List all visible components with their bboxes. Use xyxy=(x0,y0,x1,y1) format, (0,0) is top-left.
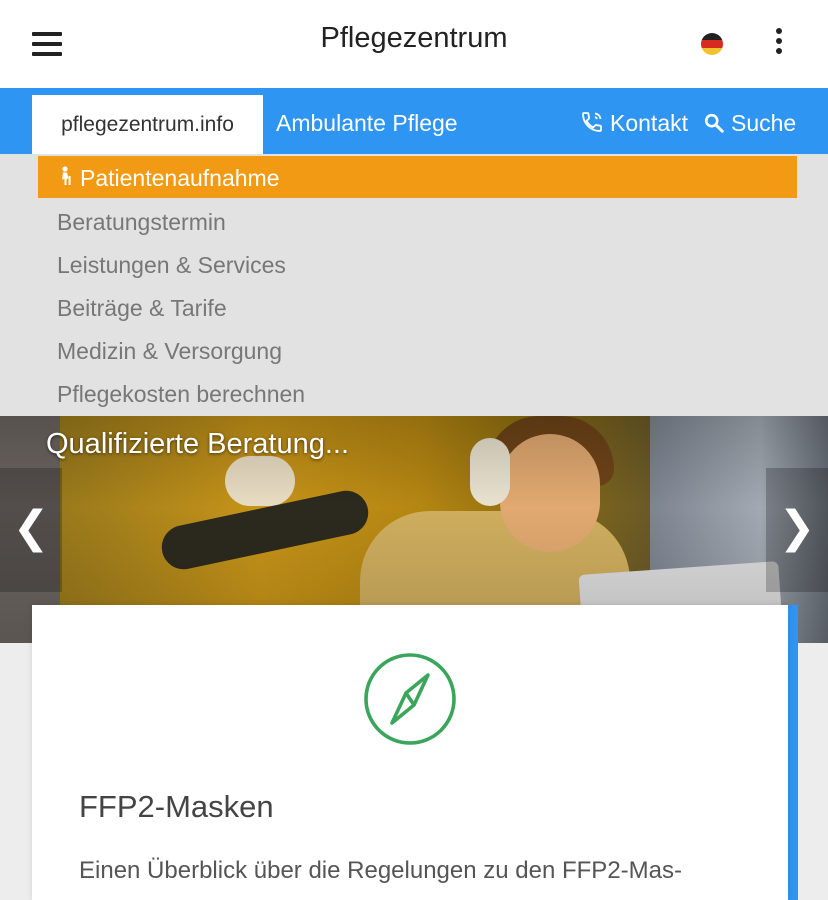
search-link[interactable]: Suche xyxy=(703,88,796,154)
submenu-item-beitraege[interactable]: Beiträge & Tarife xyxy=(57,295,227,322)
card-accent-bar xyxy=(788,605,798,900)
search-label: Suche xyxy=(731,110,797,136)
slider-prev-button[interactable]: ❮ xyxy=(0,468,62,592)
tab-ambulante-pflege[interactable]: Ambulante Pflege xyxy=(276,88,458,154)
person-icon xyxy=(58,156,74,200)
submenu-item-pflegekosten[interactable]: Pflegekosten berechnen xyxy=(57,381,305,408)
compass-icon xyxy=(362,651,458,752)
submenu-item-medizin[interactable]: Medizin & Versorgung xyxy=(57,338,282,365)
phone-icon xyxy=(582,112,602,132)
main-navigation: pflegezentrum.info Ambulante Pflege Kont… xyxy=(0,88,828,154)
app-bar: Pflegezentrum xyxy=(0,0,828,88)
submenu-item-beratungstermin[interactable]: Beratungstermin xyxy=(57,209,226,236)
submenu-active-label: Patientenaufnahme xyxy=(80,165,280,191)
german-flag-icon[interactable] xyxy=(701,33,723,55)
slider-next-button[interactable]: ❯ xyxy=(766,468,828,592)
contact-link[interactable]: Kontakt xyxy=(580,88,688,154)
tab-home[interactable]: pflegezentrum.info xyxy=(32,95,263,154)
hero-caption: Qualifizierte Beratung... xyxy=(46,428,350,460)
more-vertical-icon[interactable] xyxy=(770,28,788,60)
contact-label: Kontakt xyxy=(610,110,688,136)
submenu-item-leistungen[interactable]: Leistungen & Services xyxy=(57,252,286,279)
search-icon xyxy=(704,113,724,133)
submenu-item-patientenaufnahme[interactable]: Patientenaufnahme xyxy=(38,156,797,198)
info-card[interactable]: FFP2-Masken Einen Überblick über die Reg… xyxy=(32,605,788,900)
card-title: FFP2-Masken xyxy=(79,789,274,824)
submenu-dropdown: Patientenaufnahme Beratungstermin Leistu… xyxy=(0,154,828,416)
card-text: Einen Überblick über die Regelungen zu d… xyxy=(79,857,682,884)
